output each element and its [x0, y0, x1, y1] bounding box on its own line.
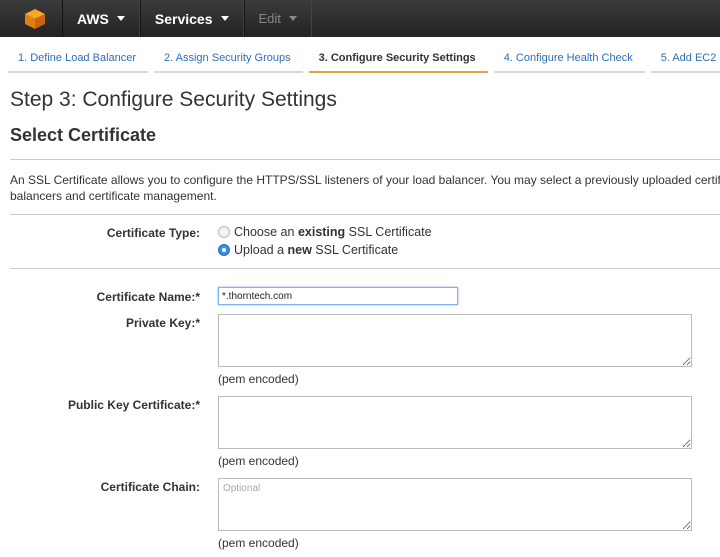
- private-key-label: Private Key:*: [125, 316, 200, 330]
- aws-cube-logo-icon[interactable]: [24, 8, 46, 30]
- certificate-chain-textarea[interactable]: [218, 478, 692, 531]
- section-title: Select Certificate: [10, 125, 157, 145]
- certificate-name-input[interactable]: [218, 287, 458, 305]
- aws-menu-label: AWS: [77, 10, 109, 27]
- radio-existing-certificate[interactable]: Choose an existing SSL Certificate: [218, 225, 432, 239]
- private-key-textarea[interactable]: [218, 314, 692, 367]
- page-title: Step 3: Configure Security Settings: [10, 88, 337, 111]
- chevron-down-icon: [288, 16, 297, 21]
- radio-new-bold: new: [287, 243, 312, 257]
- aws-menu-button[interactable]: AWS: [62, 0, 140, 37]
- description-line-1: An SSL Certificate allows you to configu…: [10, 173, 720, 187]
- chevron-down-icon: [220, 16, 229, 21]
- radio-new-suffix: SSL Certificate: [311, 243, 399, 257]
- certificate-name-label: Certificate Name:*: [96, 290, 200, 304]
- public-key-hint: (pem encoded): [218, 454, 299, 468]
- divider: [10, 159, 720, 160]
- description-line-2: balancers and certificate management.: [10, 189, 217, 203]
- tab-define-load-balancer[interactable]: 1. Define Load Balancer: [8, 46, 149, 73]
- description-text: An SSL Certificate allows you to configu…: [10, 172, 720, 204]
- radio-existing-prefix: Choose an: [234, 225, 298, 239]
- public-key-label: Public Key Certificate:*: [67, 398, 200, 412]
- tab-configure-security-settings[interactable]: 3. Configure Security Settings: [308, 46, 488, 73]
- divider: [10, 268, 720, 269]
- services-menu-button[interactable]: Services: [139, 0, 244, 37]
- public-key-textarea[interactable]: [218, 396, 692, 449]
- tab-assign-security-groups[interactable]: 2. Assign Security Groups: [154, 46, 303, 73]
- top-nav-bar: AWS Services Edit: [0, 0, 720, 37]
- certificate-chain-label: Certificate Chain:: [100, 480, 200, 494]
- certificate-chain-hint: (pem encoded): [218, 536, 299, 550]
- tab-add-ec2[interactable]: 5. Add EC2: [650, 46, 720, 73]
- divider: [10, 214, 720, 215]
- radio-new-certificate[interactable]: Upload a new SSL Certificate: [218, 243, 398, 257]
- radio-existing-input[interactable]: [218, 226, 230, 238]
- radio-existing-bold: existing: [297, 225, 346, 239]
- radio-new-prefix: Upload a: [234, 243, 288, 257]
- private-key-hint: (pem encoded): [218, 372, 299, 386]
- tab-configure-health-check[interactable]: 4. Configure Health Check: [493, 46, 645, 73]
- radio-new-input[interactable]: [218, 244, 230, 256]
- radio-new-label: Upload a new SSL Certificate: [234, 243, 398, 257]
- radio-existing-suffix: SSL Certificate: [345, 225, 432, 239]
- services-menu-label: Services: [154, 10, 213, 27]
- edit-menu-button[interactable]: Edit: [243, 0, 312, 37]
- certificate-type-label: Certificate Type:: [106, 226, 200, 240]
- radio-existing-label: Choose an existing SSL Certificate: [234, 225, 432, 239]
- chevron-down-icon: [116, 16, 125, 21]
- wizard-tabs: 1. Define Load Balancer 2. Assign Securi…: [8, 46, 720, 76]
- edit-menu-label: Edit: [258, 11, 281, 26]
